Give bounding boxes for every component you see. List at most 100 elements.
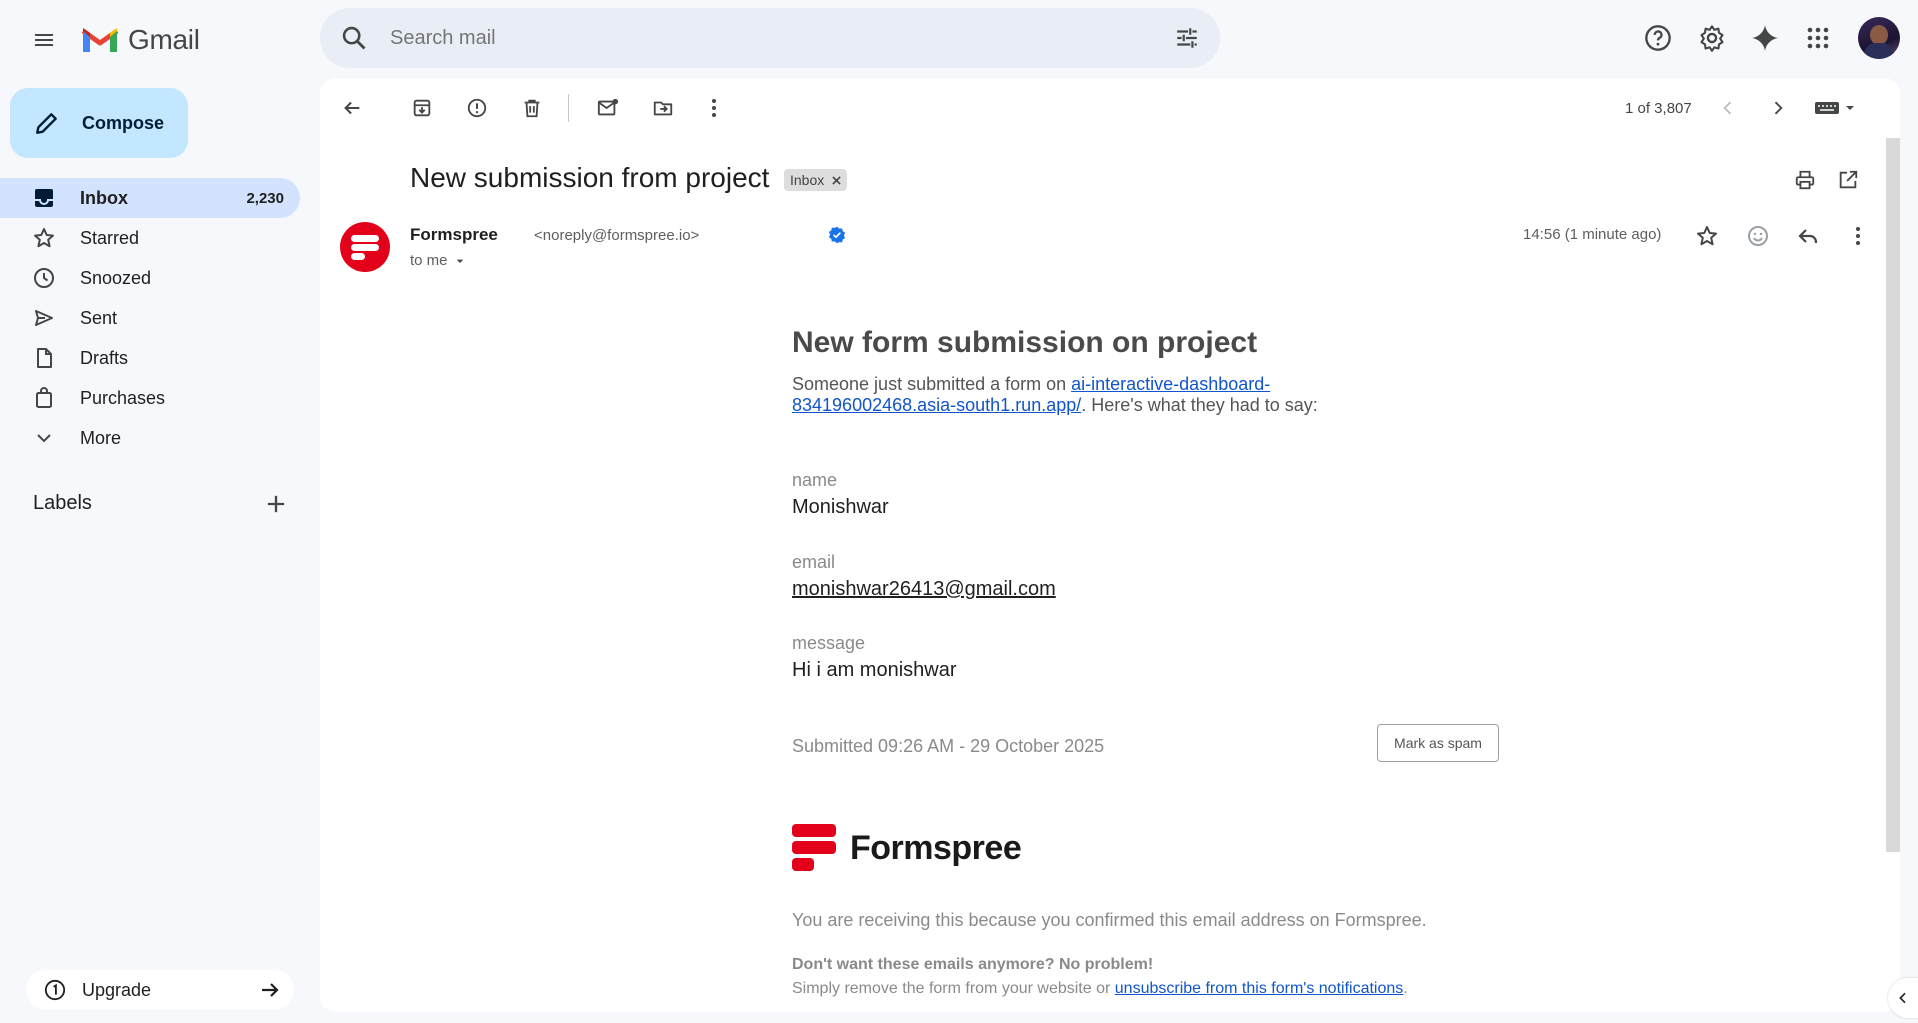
gmail-logo[interactable]: Gmail — [80, 20, 200, 60]
keyboard-icon — [1815, 102, 1854, 114]
email-intro: Someone just submitted a form on ai-inte… — [792, 374, 1432, 416]
main-menu-button[interactable] — [24, 20, 64, 60]
avatar-body — [1864, 43, 1894, 59]
message-view: 1 of 3,807 New submission from project I… — [320, 78, 1900, 1012]
avatar-face — [1870, 25, 1888, 45]
gemini-button[interactable] — [1743, 16, 1787, 60]
inbox-icon — [35, 189, 53, 207]
sidebar-item-snoozed[interactable]: Snoozed — [0, 258, 300, 298]
reply-button[interactable] — [1792, 220, 1824, 252]
compose-button[interactable]: Compose — [10, 88, 188, 158]
unsubscribe-prefix: Simply remove the form from your website… — [792, 980, 1115, 997]
upgrade-icon — [44, 979, 66, 1001]
pagination-text: 1 of 3,807 — [1625, 100, 1692, 117]
footer-unsubscribe-heading: Don't want these emails anymore? No prob… — [792, 956, 1154, 973]
chevron-left-icon — [1899, 992, 1906, 1004]
chevron-right-icon — [1774, 101, 1783, 115]
sidebar-item-purchases[interactable]: Purchases — [0, 378, 300, 418]
sender-name[interactable]: Formspree — [410, 225, 498, 245]
chevron-down-icon — [37, 434, 51, 443]
field-label-message: message — [792, 633, 866, 653]
footer-notice: You are receiving this because you confi… — [792, 910, 1427, 930]
sender-avatar[interactable] — [340, 222, 390, 272]
mark-unread-button[interactable] — [592, 92, 624, 124]
more-vert-icon — [712, 99, 716, 117]
sidebar-item-sent[interactable]: Sent — [0, 298, 300, 338]
sidebar-item-more[interactable]: More — [0, 418, 300, 458]
report-icon — [467, 98, 487, 118]
search-options-icon[interactable] — [1174, 25, 1200, 51]
more-actions-button[interactable] — [698, 92, 730, 124]
unsubscribe-link[interactable]: unsubscribe from this form's notificatio… — [1115, 980, 1404, 997]
archive-button[interactable] — [406, 92, 438, 124]
support-button[interactable] — [1636, 16, 1680, 60]
recipient-details[interactable]: to me — [410, 252, 468, 269]
formspree-logo-icon — [792, 824, 836, 871]
clock-icon — [34, 268, 54, 288]
emoji-icon — [1748, 226, 1768, 246]
input-tools-button[interactable] — [1810, 92, 1860, 124]
upgrade-button[interactable]: Upgrade — [26, 970, 294, 1010]
app-name: Gmail — [128, 24, 200, 55]
mark-as-spam-button[interactable]: Mark as spam — [1377, 724, 1499, 762]
sidebar-item-label: Purchases — [80, 387, 166, 408]
send-icon — [35, 310, 53, 326]
search-bar[interactable] — [320, 8, 1220, 68]
draft-icon — [37, 348, 52, 368]
sidebar-item-label: Inbox — [80, 187, 128, 208]
labels-heading: Labels — [33, 492, 92, 514]
sidebar-item-drafts[interactable]: Drafts — [0, 338, 300, 378]
sender-name-text: Formspree — [410, 225, 498, 244]
apps-grid-icon — [1807, 27, 1829, 49]
gmail-m-icon — [81, 28, 119, 52]
search-icon[interactable] — [340, 24, 368, 52]
intro-prefix: Someone just submitted a form on — [792, 374, 1072, 394]
sidebar-item-inbox[interactable]: Inbox 2,230 — [0, 178, 300, 218]
hamburger-menu-icon — [35, 34, 53, 46]
sidebar-item-label: Snoozed — [80, 267, 152, 288]
more-vert-icon — [1856, 227, 1860, 245]
unread-count: 2,230 — [246, 189, 284, 207]
report-spam-button[interactable] — [461, 92, 493, 124]
settings-button[interactable] — [1690, 16, 1734, 60]
newer-button[interactable] — [1712, 92, 1744, 124]
formspree-wordmark: Formspree — [850, 828, 1022, 867]
sidebar-item-label: Drafts — [80, 347, 129, 368]
message-more-button[interactable] — [1842, 220, 1874, 252]
message-subject: New submission from project — [410, 162, 770, 193]
chevron-left-icon — [1723, 101, 1732, 115]
move-to-folder-icon — [653, 101, 673, 116]
older-button[interactable] — [1762, 92, 1794, 124]
field-value-email-link[interactable]: monishwar26413@gmail.com — [792, 578, 1056, 601]
recipient-text: to me — [410, 252, 448, 269]
inbox-label-chip[interactable]: Inbox — [784, 169, 848, 191]
verified-badge-icon — [828, 226, 846, 244]
back-button[interactable] — [336, 92, 368, 124]
add-reaction-button[interactable] — [1742, 220, 1774, 252]
google-apps-button[interactable] — [1796, 16, 1840, 60]
close-icon[interactable] — [832, 175, 841, 185]
printer-icon — [1795, 170, 1815, 190]
field-value-message: Hi i am monishwar — [792, 659, 957, 681]
search-input[interactable] — [388, 25, 1174, 51]
arrow-right-icon — [262, 983, 279, 997]
move-to-button[interactable] — [647, 92, 679, 124]
mark-unread-icon — [597, 98, 619, 116]
account-avatar[interactable] — [1858, 17, 1900, 59]
toolbar-divider — [568, 94, 569, 122]
side-panel-toggle[interactable] — [1888, 978, 1918, 1018]
compose-label: Compose — [82, 112, 165, 133]
scrollbar[interactable] — [1886, 138, 1900, 852]
open-new-window-button[interactable] — [1832, 164, 1864, 196]
email-heading: New form submission on project — [792, 326, 1258, 359]
sender-email: <noreply@formspree.io> — [534, 227, 700, 244]
gear-icon — [1700, 25, 1724, 52]
create-label-button[interactable] — [262, 490, 290, 518]
sidebar-item-label: Sent — [80, 307, 118, 328]
field-value-name: Monishwar — [792, 496, 889, 518]
delete-button[interactable] — [516, 92, 548, 124]
field-label-email: email — [792, 552, 836, 572]
sidebar-item-starred[interactable]: Starred — [0, 218, 300, 258]
star-button[interactable] — [1691, 220, 1723, 252]
print-button[interactable] — [1789, 164, 1821, 196]
